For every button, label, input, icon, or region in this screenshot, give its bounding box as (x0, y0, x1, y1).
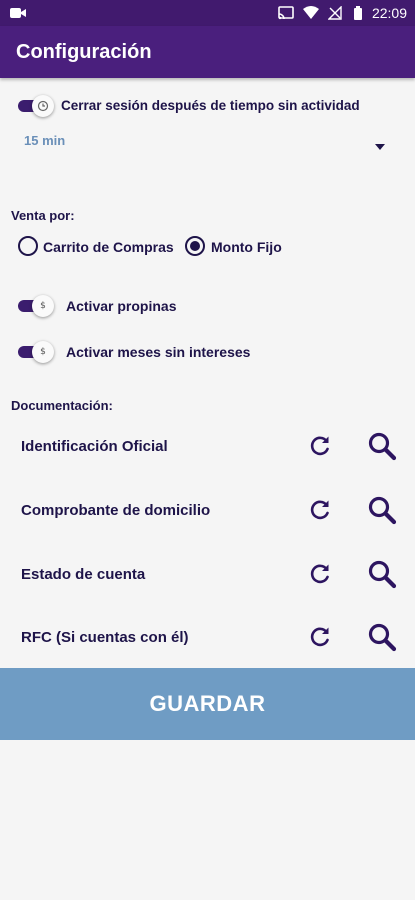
radio-shopping-cart-label: Carrito de Compras (43, 239, 174, 255)
video-camera-icon (10, 6, 26, 20)
no-signal-icon (327, 5, 344, 20)
timeout-select[interactable]: 15 min (18, 128, 393, 152)
refresh-icon[interactable] (306, 560, 334, 588)
document-label: Identificación Oficial (21, 438, 168, 455)
radio-fixed-amount[interactable] (185, 236, 205, 256)
document-label: Estado de cuenta (21, 566, 146, 583)
timeout-select-value: 15 min (24, 133, 66, 148)
dollar-icon: $ (32, 341, 54, 363)
refresh-icon[interactable] (306, 496, 334, 524)
battery-icon (353, 6, 363, 20)
status-time: 22:09 (371, 5, 407, 21)
document-label: RFC (Si cuentas con él) (21, 629, 189, 646)
dollar-icon: $ (32, 295, 54, 317)
msi-toggle[interactable]: $ (18, 341, 54, 363)
document-label: Comprobante de domicilio (21, 502, 211, 519)
wifi-icon (302, 6, 319, 20)
search-icon[interactable] (367, 622, 397, 652)
save-button-label: GUARDAR (149, 691, 266, 716)
tips-label: Activar propinas (66, 298, 177, 314)
radio-fixed-amount-label: Monto Fijo (211, 239, 282, 255)
search-icon[interactable] (367, 431, 397, 461)
radio-shopping-cart[interactable] (18, 236, 38, 256)
clock-icon (32, 95, 54, 117)
search-icon[interactable] (367, 559, 397, 589)
save-button[interactable]: GUARDAR (0, 668, 415, 740)
msi-label: Activar meses sin intereses (66, 344, 251, 360)
page-title: Configuración (16, 40, 152, 63)
dropdown-arrow-icon (375, 137, 385, 155)
cast-icon (278, 6, 294, 20)
refresh-icon[interactable] (306, 432, 334, 460)
app-bar: Configuración (0, 26, 415, 78)
tips-toggle[interactable]: $ (18, 295, 54, 317)
status-bar: 22:09 (0, 0, 415, 26)
documents-section-label: Documentación: (11, 398, 113, 413)
search-icon[interactable] (367, 495, 397, 525)
session-timeout-toggle[interactable] (18, 95, 54, 117)
session-timeout-label: Cerrar sesión después de tiempo sin acti… (61, 98, 360, 113)
sale-section-label: Venta por: (11, 208, 75, 223)
refresh-icon[interactable] (306, 623, 334, 651)
